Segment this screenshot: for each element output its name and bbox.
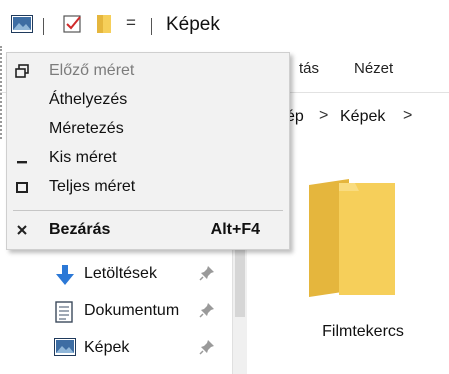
folder-label: Filmtekercs (322, 323, 404, 340)
menu-item-label: Méretezés (49, 120, 124, 137)
pin-icon[interactable] (199, 302, 215, 323)
menu-item-label: Előző méret (49, 62, 135, 79)
menu-item-maximize[interactable]: Teljes méret (7, 173, 289, 202)
document-icon (54, 301, 74, 328)
tab-partial[interactable]: tás (299, 60, 319, 77)
tab-view[interactable]: Nézet (354, 60, 393, 77)
new-folder-icon[interactable] (96, 14, 112, 39)
close-icon (14, 222, 30, 238)
menu-item-restore[interactable]: Előző méret (7, 57, 289, 86)
minimize-icon (14, 150, 30, 166)
folder-icon (309, 179, 397, 304)
menu-item-label: Bezárás (49, 221, 111, 238)
quick-access-dropdown-icon[interactable]: = (126, 13, 136, 33)
menu-separator (13, 210, 283, 211)
title-bar: = Képek (0, 0, 449, 46)
nav-item-pictures[interactable]: Képek (0, 331, 232, 367)
maximize-icon (14, 179, 30, 195)
nav-item-label: Dokumentum (84, 302, 180, 319)
menu-item-move[interactable]: Áthelyezés (7, 86, 289, 115)
restore-icon (14, 63, 30, 79)
download-arrow-icon (54, 264, 76, 291)
breadcrumb-separator[interactable]: > (403, 107, 412, 125)
titlebar-divider (43, 18, 44, 35)
menu-item-shortcut: Alt+F4 (210, 221, 260, 238)
breadcrumb-separator[interactable]: > (319, 107, 328, 125)
menu-item-label: Áthelyezés (49, 91, 128, 108)
nav-item-downloads[interactable]: Letöltések (0, 257, 232, 293)
nav-item-label: Letöltések (84, 265, 157, 282)
pin-icon[interactable] (199, 339, 215, 360)
pictures-icon (54, 338, 76, 361)
window-pictures-icon[interactable] (11, 15, 33, 38)
menu-item-close[interactable]: Bezárás Alt+F4 (7, 216, 289, 245)
titlebar-divider (151, 18, 152, 35)
menu-item-size[interactable]: Méretezés (7, 115, 289, 144)
system-menu: Előző méret Áthelyezés Méretezés Kis mér… (6, 52, 290, 250)
window-title: Képek (166, 14, 220, 35)
nav-item-label: Képek (84, 339, 130, 356)
properties-checkmark-icon[interactable] (63, 14, 83, 39)
menu-item-minimize[interactable]: Kis méret (7, 144, 289, 173)
menu-item-label: Teljes méret (49, 178, 136, 195)
breadcrumb-pictures[interactable]: Képek (340, 108, 385, 126)
pin-icon[interactable] (199, 265, 215, 286)
nav-item-documents[interactable]: Dokumentum (0, 294, 232, 330)
menu-item-label: Kis méret (49, 149, 117, 166)
